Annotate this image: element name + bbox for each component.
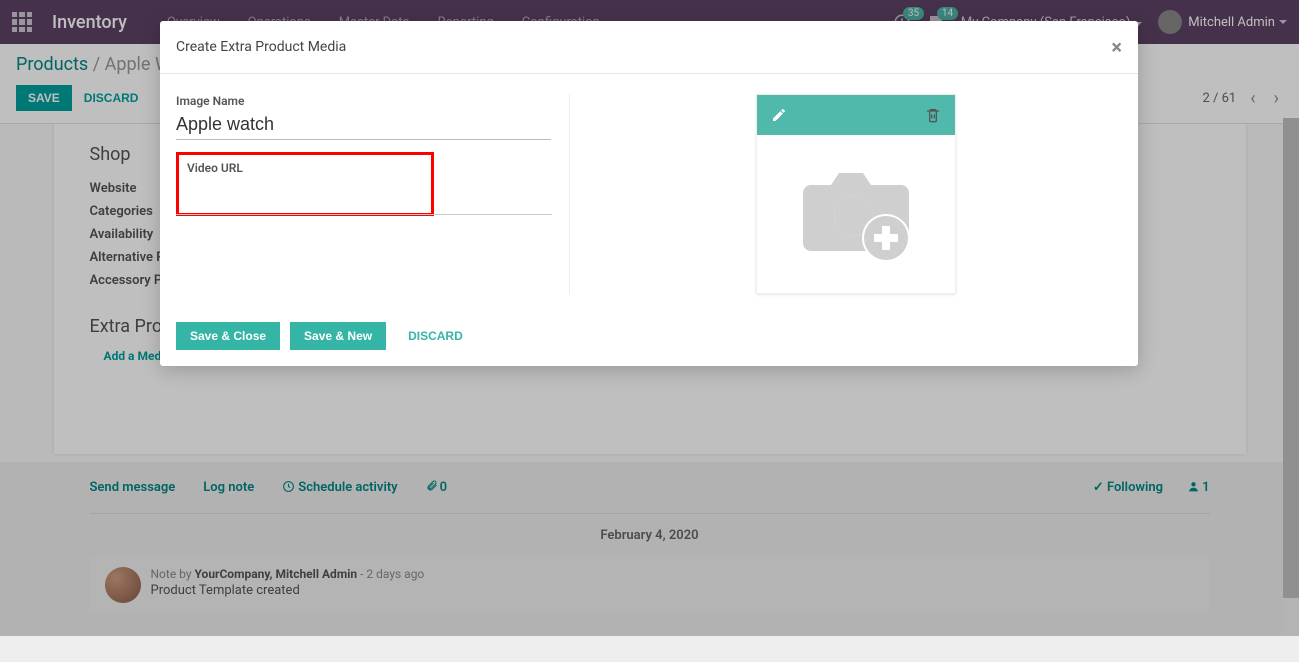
camera-placeholder-icon	[791, 160, 921, 270]
modal-title: Create Extra Product Media	[176, 39, 346, 55]
video-url-highlight: Video URL	[176, 152, 434, 216]
create-media-modal: Create Extra Product Media × Image Name …	[160, 21, 1138, 366]
image-upload-box[interactable]	[756, 94, 956, 294]
edit-icon[interactable]	[771, 107, 787, 123]
video-url-label: Video URL	[187, 161, 423, 175]
video-url-input[interactable]	[187, 177, 423, 205]
trash-icon[interactable]	[925, 107, 941, 123]
save-close-button[interactable]: Save & Close	[176, 322, 280, 350]
close-icon[interactable]: ×	[1111, 35, 1122, 59]
image-name-input[interactable]	[176, 110, 551, 140]
modal-discard-button[interactable]: Discard	[396, 323, 475, 349]
image-name-label: Image Name	[176, 94, 551, 108]
save-new-button[interactable]: Save & New	[290, 322, 386, 350]
